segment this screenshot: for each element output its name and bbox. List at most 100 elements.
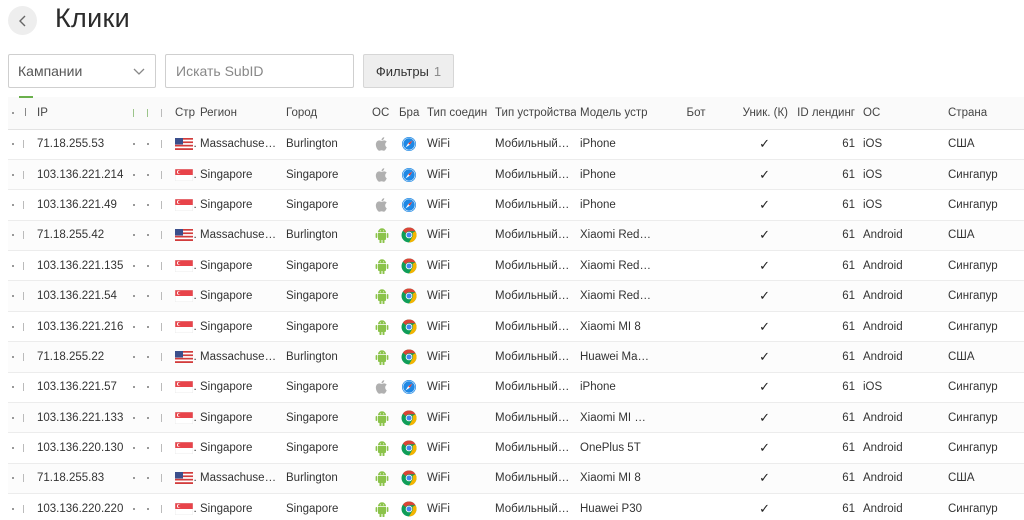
unique-check-icon: ✓: [718, 432, 792, 464]
column-header-device-type[interactable]: Тип устройства: [491, 97, 576, 130]
column-header-sort[interactable]: [19, 96, 33, 130]
ip-cell[interactable]: 103.136.221.49: [33, 189, 129, 221]
device-model-cell: Xiaomi Red…: [576, 220, 674, 252]
table-row[interactable]: 103.136.221.133 Singapore Singapore WiFi Моб…: [8, 402, 1024, 434]
ip-cell[interactable]: 71.18.255.42: [33, 220, 129, 252]
sg-flag-icon: [171, 280, 196, 312]
ip-cell[interactable]: 103.136.221.133: [33, 402, 129, 434]
ip-cell[interactable]: 103.136.221.54: [33, 280, 129, 312]
column-header-landing-id[interactable]: ID лендинг: [792, 97, 859, 130]
chrome-icon: [395, 432, 423, 464]
table-row[interactable]: 103.136.220.130 Singapore Singapore WiFi Моб…: [8, 432, 1024, 464]
table-row[interactable]: 103.136.221.216 Singapore Singapore WiFi Моб…: [8, 311, 1024, 343]
apple-icon: [368, 129, 395, 160]
back-button[interactable]: [8, 6, 37, 35]
chrome-icon: [395, 493, 423, 520]
column-header-device-model[interactable]: Модель устр: [576, 97, 674, 130]
bot-cell: [674, 159, 718, 191]
ip-cell[interactable]: 103.136.220.220: [33, 493, 129, 520]
column-header-region[interactable]: Регион: [196, 97, 282, 130]
android-icon: [368, 220, 395, 252]
row-cell: [19, 463, 33, 495]
unique-check-icon: ✓: [718, 189, 792, 221]
row-cell: [19, 220, 33, 252]
column-header-browser-icon[interactable]: Бра: [395, 97, 423, 130]
unique-check-icon: ✓: [718, 341, 792, 373]
country-cell: Сингапур: [944, 159, 1024, 191]
row-cell: [129, 280, 143, 312]
row-cell: [157, 280, 171, 312]
device-model-cell: iPhone: [576, 372, 674, 404]
ip-cell[interactable]: 71.18.255.53: [33, 129, 129, 160]
device-type-cell: Мобильный …: [491, 432, 576, 464]
ip-cell[interactable]: 71.18.255.83: [33, 463, 129, 495]
column-header[interactable]: [129, 97, 143, 130]
os-cell: Android: [859, 402, 944, 434]
landing-id-cell: 61: [792, 159, 859, 191]
region-cell: Massachuset…: [196, 220, 282, 252]
column-header-os-icon[interactable]: ОС: [368, 97, 395, 130]
connection-cell: WiFi: [423, 311, 491, 343]
ip-cell[interactable]: 103.136.221.216: [33, 311, 129, 343]
sg-flag-icon: [171, 159, 196, 191]
column-header-bot[interactable]: Бот: [674, 97, 718, 130]
column-header-ip[interactable]: IP: [33, 97, 129, 130]
column-header-country[interactable]: Страна: [944, 97, 1024, 130]
ip-cell[interactable]: 103.136.220.130: [33, 432, 129, 464]
unique-check-icon: ✓: [718, 129, 792, 160]
table-row[interactable]: 71.18.255.42 Massachuset… Burlington WiFi Мо…: [8, 220, 1024, 252]
table-row[interactable]: 103.136.221.57 Singapore Singapore WiFi Моби…: [8, 372, 1024, 404]
unique-check-icon: ✓: [718, 159, 792, 191]
landing-id-cell: 61: [792, 341, 859, 373]
table-row[interactable]: 103.136.221.49 Singapore Singapore WiFi Моби…: [8, 189, 1024, 221]
apple-icon: [368, 189, 395, 221]
device-type-cell: Мобильный …: [491, 311, 576, 343]
device-type-cell: Мобильный …: [491, 463, 576, 495]
table-row[interactable]: 103.136.221.135 Singapore Singapore WiFi Моб…: [8, 250, 1024, 282]
table-row[interactable]: 71.18.255.53 Massachuset… Burlington WiFi Мо…: [8, 129, 1024, 160]
column-header-city[interactable]: Город: [282, 97, 368, 130]
table-row[interactable]: 71.18.255.22 Massachuset… Burlington WiFi Мо…: [8, 341, 1024, 373]
row-cell: [8, 463, 19, 495]
table-row[interactable]: 103.136.221.214 Singapore Singapore WiFi Моб…: [8, 159, 1024, 191]
column-header[interactable]: [143, 97, 157, 130]
connection-cell: WiFi: [423, 432, 491, 464]
chrome-icon: [395, 250, 423, 282]
landing-id-cell: 61: [792, 280, 859, 312]
country-cell: Сингапур: [944, 432, 1024, 464]
column-header-os[interactable]: ОС: [859, 97, 944, 130]
chrome-icon: [395, 311, 423, 343]
country-cell: Сингапур: [944, 372, 1024, 404]
unique-check-icon: ✓: [718, 463, 792, 495]
device-type-cell: Мобильный …: [491, 250, 576, 282]
table-row[interactable]: 103.136.221.54 Singapore Singapore WiFi Моби…: [8, 280, 1024, 312]
column-header-unique[interactable]: Уник. (К): [718, 97, 792, 130]
row-cell: [129, 129, 143, 160]
city-cell: Singapore: [282, 493, 368, 520]
column-header[interactable]: [8, 97, 19, 130]
city-cell: Burlington: [282, 463, 368, 495]
connection-cell: WiFi: [423, 463, 491, 495]
ip-cell[interactable]: 103.136.221.57: [33, 372, 129, 404]
chrome-icon: [395, 463, 423, 495]
campaigns-select[interactable]: Кампании: [8, 54, 156, 88]
ip-cell[interactable]: 103.136.221.214: [33, 159, 129, 191]
column-header-connection[interactable]: Тип соедин: [423, 97, 491, 130]
bot-cell: [674, 463, 718, 495]
filters-button-label: Фильтры: [375, 63, 429, 79]
column-header[interactable]: [157, 97, 171, 130]
device-type-cell: Мобильный …: [491, 159, 576, 191]
us-flag-icon: [171, 129, 196, 160]
row-cell: [19, 159, 33, 191]
landing-id-cell: 61: [792, 372, 859, 404]
country-cell: США: [944, 129, 1024, 160]
ip-cell[interactable]: 103.136.221.135: [33, 250, 129, 282]
table-row[interactable]: 71.18.255.83 Massachuset… Burlington WiFi Мо…: [8, 463, 1024, 495]
filters-button[interactable]: Фильтры 1: [363, 54, 454, 88]
column-header-country-flag[interactable]: Стр: [171, 97, 196, 130]
table-row[interactable]: 103.136.220.220 Singapore Singapore WiFi Моб…: [8, 493, 1024, 520]
search-subid-input[interactable]: [165, 54, 354, 88]
os-cell: iOS: [859, 129, 944, 160]
os-cell: Android: [859, 341, 944, 373]
ip-cell[interactable]: 71.18.255.22: [33, 341, 129, 373]
